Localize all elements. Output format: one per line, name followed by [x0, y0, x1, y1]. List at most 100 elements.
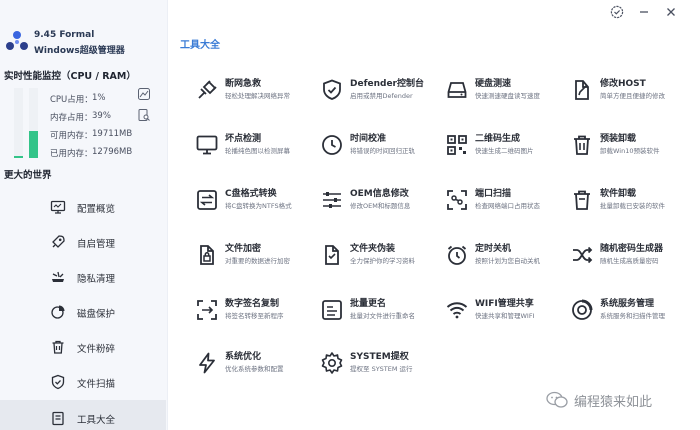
tool-desc: 修改OEM和标题信息	[350, 202, 411, 210]
tool-desc: 全力保护你的学习资料	[350, 257, 415, 265]
tool-name: Defender控制台	[350, 79, 424, 89]
tool-desc: 优化系统参数和配置	[225, 365, 284, 373]
tool-name: 批量更名	[350, 299, 387, 309]
trash-icon	[52, 340, 64, 354]
tool-folder-disguise[interactable]: 文件夹伪装 全力保护你的学习资料	[320, 239, 444, 275]
toolbox-icon	[52, 411, 64, 426]
folder-icon	[325, 245, 339, 265]
sidebar-item-label: 文件粉碎	[77, 344, 116, 355]
close-icon[interactable]	[664, 5, 678, 19]
cpu-stat: CPU占用： 1%	[50, 93, 106, 105]
sidebar-item-label: 自启管理	[77, 239, 116, 250]
tool-software-uninstall[interactable]: 软件卸载 批量卸载已安装的软件	[570, 184, 694, 220]
sidebar: 9.45 Formal Windows超级管理器 实时性能监控（CPU / RA…	[0, 0, 168, 430]
plug-icon	[198, 80, 217, 99]
tool-name: 坏点检测	[225, 134, 262, 144]
file-lock-icon	[200, 245, 214, 265]
tool-desc: 卸载Win10预装软件	[600, 147, 660, 155]
tool-dead-pixel[interactable]: 坏点检测 轮播纯色图以检测屏幕	[195, 129, 319, 165]
tool-system-elevate[interactable]: SYSTEM提权 提权至 SYSTEM 运行	[320, 347, 444, 383]
available-memory-label: 可用内存：	[50, 131, 93, 141]
minimize-icon[interactable]	[637, 5, 651, 19]
tool-c-format-convert[interactable]: C盘格式转换 将C盘转换为NTFS格式	[195, 184, 319, 220]
broom-icon	[52, 271, 64, 282]
tool-desc: 将错误的时间回归正轨	[350, 147, 415, 155]
shield-icon	[323, 79, 341, 100]
tool-desc: 系统服务和扫描件管理	[600, 312, 665, 320]
cpu-value: 1%	[92, 93, 106, 103]
tool-desc: 将签名转移至新程序	[225, 312, 284, 320]
qrcode-icon	[447, 135, 467, 155]
tool-time-sync[interactable]: 时间校准 将错误的时间回归正轨	[320, 129, 444, 165]
tool-modify-host[interactable]: 修改HOST 简单方便且便捷的修改	[570, 74, 694, 110]
cpu-gauge	[14, 88, 23, 158]
tool-desc: 随机生成高质量密码	[600, 257, 659, 265]
scan-icon	[447, 190, 467, 210]
cpu-label: CPU占用：	[50, 95, 93, 105]
cpu-gauge-fill	[14, 156, 23, 158]
chat-bubble-icon	[546, 391, 568, 408]
tool-system-optimize[interactable]: 系统优化 优化系统参数和配置	[195, 347, 319, 383]
tool-name: 定时关机	[475, 244, 512, 254]
verified-badge-icon[interactable]	[610, 5, 624, 19]
tool-preinstall-uninstall[interactable]: 预装卸载 卸载Win10预装软件	[570, 129, 694, 165]
app-name: Windows超级管理器	[34, 46, 125, 56]
signature-copy-icon	[197, 300, 217, 320]
monitor-icon	[50, 200, 66, 214]
sidebar-item-toolbox[interactable]: 工具大全	[0, 400, 166, 430]
tool-oem-info[interactable]: OEM信息修改 修改OEM和标题信息	[320, 184, 444, 220]
perf-monitor-title: 实时性能监控（CPU / RAM）	[4, 71, 136, 82]
tool-defender-console[interactable]: Defender控制台 启用或禁用Defender	[320, 74, 444, 110]
tool-scheduled-shutdown[interactable]: 定时关机 按照计划为您自动关机	[445, 239, 569, 275]
sidebar-item-file-scan[interactable]: 文件扫描	[0, 365, 166, 399]
tool-name: 文件夹伪装	[350, 244, 396, 254]
shield-check-icon	[51, 374, 65, 390]
tool-disk-speed[interactable]: 硬盘测速 快速测速硬盘读写速度	[445, 74, 569, 110]
tool-desc: 轻松处理解决网络异常	[225, 92, 290, 100]
tool-name: SYSTEM提权	[350, 352, 409, 362]
rename-icon	[322, 300, 342, 320]
tool-desc: 快速测速硬盘读写速度	[475, 92, 540, 100]
tool-random-password[interactable]: 随机密码生成器 随机生成高质量密码	[570, 239, 694, 275]
tool-desc: 将C盘转换为NTFS格式	[225, 202, 292, 210]
service-icon	[572, 299, 593, 320]
tool-desc: 快速共享和管理WIFI	[475, 312, 535, 320]
tool-name: 系统优化	[225, 352, 262, 362]
tool-name: 随机密码生成器	[600, 244, 664, 254]
tool-name: 硬盘测速	[475, 79, 512, 89]
available-memory-value: 19711MB	[92, 129, 133, 139]
convert-icon	[197, 190, 217, 210]
tool-batch-rename[interactable]: 批量更名 批量对文件进行重命名	[320, 294, 444, 330]
tool-name: 软件卸载	[600, 189, 637, 199]
tool-name: WIFI管理共享	[475, 299, 534, 309]
shuffle-icon	[573, 246, 593, 264]
tool-name: 系统服务管理	[600, 299, 655, 309]
tool-qrcode[interactable]: 二维码生成 快速生成二维码图片	[445, 129, 569, 165]
tool-file-encrypt[interactable]: 文件加密 对重要的数据进行加密	[195, 239, 319, 275]
sidebar-item-config-overview[interactable]: 配置概览	[0, 190, 166, 224]
chart-image-icon[interactable]	[138, 88, 150, 100]
sidebar-item-privacy-clean[interactable]: 隐私清理	[0, 260, 166, 294]
bolt-icon	[199, 352, 215, 374]
tool-name: OEM信息修改	[350, 189, 409, 199]
tool-name: C盘格式转换	[225, 189, 277, 199]
tool-desc: 对重要的数据进行加密	[225, 257, 290, 265]
document-search-icon[interactable]	[138, 109, 150, 121]
tool-port-scan[interactable]: 端口扫描 检查网络端口占用状态	[445, 184, 569, 220]
section-title: 更大的世界	[4, 170, 52, 181]
watermark: 编程猿来如此	[546, 389, 696, 411]
available-memory-stat: 可用内存： 19711MB	[50, 129, 132, 141]
tool-desc: 轮播纯色图以检测屏幕	[225, 147, 290, 155]
uninstall-icon	[574, 135, 590, 155]
tool-signature-copy[interactable]: 数字签名复制 将签名转移至新程序	[195, 294, 319, 330]
app-version: 9.45 Formal	[34, 30, 95, 40]
tool-network-rescue[interactable]: 断网急救 轻松处理解决网络异常	[195, 74, 319, 110]
pie-chart-icon	[51, 305, 65, 319]
edit-file-icon	[575, 80, 589, 100]
sidebar-item-startup[interactable]: 自启管理	[0, 225, 166, 259]
sidebar-item-disk-protect[interactable]: 磁盘保护	[0, 295, 166, 329]
tool-wifi-share[interactable]: WIFI管理共享 快速共享和管理WIFI	[445, 294, 569, 330]
sidebar-item-file-shred[interactable]: 文件粉碎	[0, 330, 166, 364]
tool-service-manage[interactable]: 系统服务管理 系统服务和扫描件管理	[570, 294, 694, 330]
tool-name: 数字签名复制	[225, 299, 280, 309]
